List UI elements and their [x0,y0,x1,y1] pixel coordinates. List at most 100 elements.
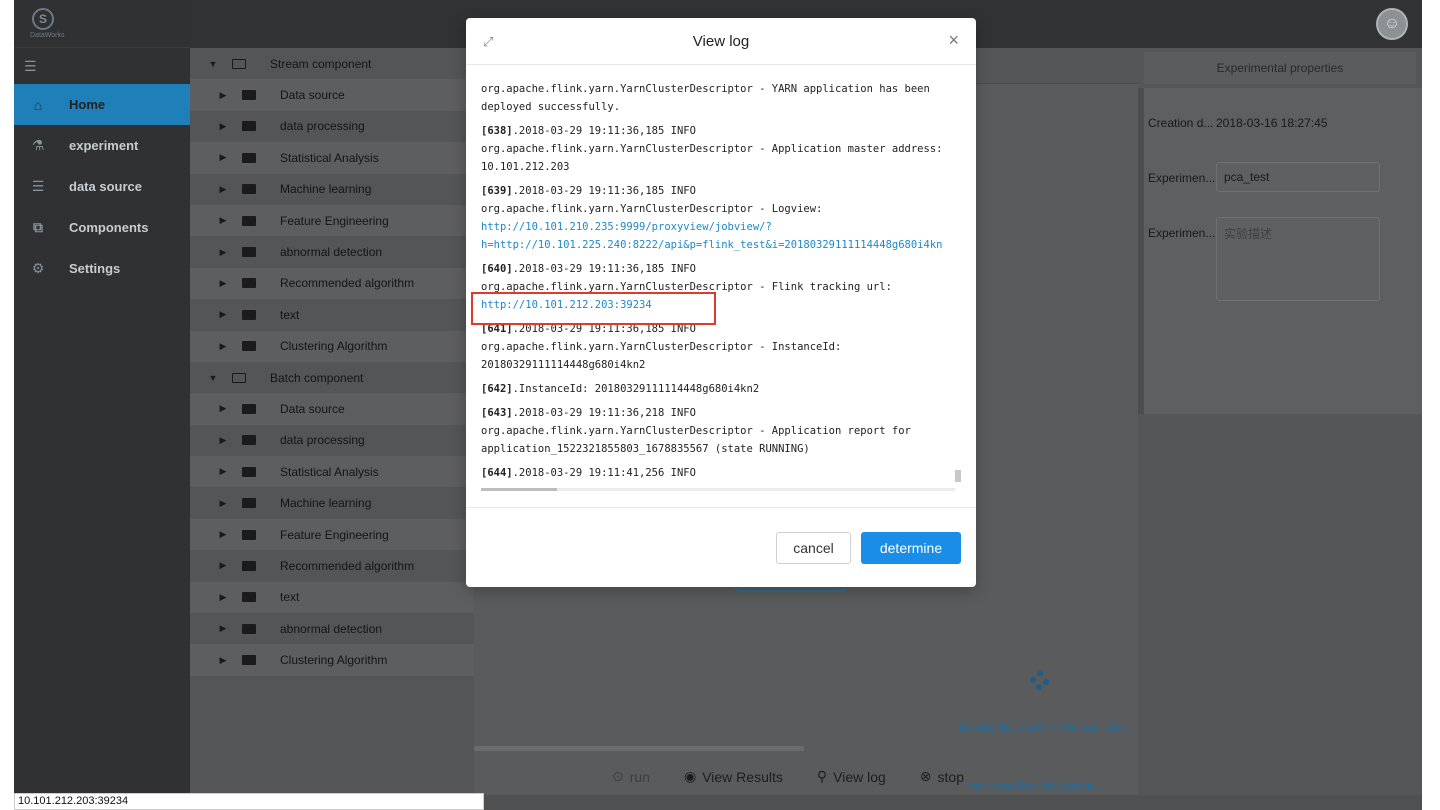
tree-item-label: text [280,307,300,322]
experiment-name-input[interactable]: pca_test [1216,162,1380,192]
log-entry: org.apache.flink.yarn.YarnClusterDescrip… [481,80,955,116]
properties-scrollbar[interactable] [1138,88,1144,414]
determine-button[interactable]: determine [861,532,961,564]
log-link[interactable]: h=http://10.101.225.240:8222/api&p=flink… [481,236,955,254]
modal-title: View log [692,32,750,50]
caret-right-icon[interactable]: ▶ [218,466,228,477]
folder-icon [242,655,256,666]
view-log-button[interactable]: ⚲ View log [817,768,886,785]
stop-button[interactable]: ⊗ stop [920,768,964,785]
run-label: run [629,768,650,785]
tree-item-label: Feature Engineering [280,527,389,542]
tree-item[interactable]: ▶ data processing [190,425,474,456]
tree-item[interactable]: ▶ abnormal detection [190,613,474,644]
nav-item-label: experiment [69,138,139,153]
tree-group[interactable]: ▼ Stream component [190,48,474,79]
caret-right-icon[interactable]: ▶ [218,184,228,195]
nav-item-experiment[interactable]: ⚗ experiment [14,125,190,166]
log-content[interactable]: org.apache.flink.yarn.YarnClusterDescrip… [481,80,955,490]
tree-item[interactable]: ▶ abnormal detection [190,236,474,267]
tree-item[interactable]: ▶ text [190,581,474,614]
tree-item[interactable]: ▶ Data source [190,79,474,111]
expand-icon[interactable]: ⤢ [483,34,499,50]
tree-item[interactable]: ▶ Clustering Algorithm [190,330,474,362]
log-horizontal-scrollbar[interactable] [481,488,955,491]
nav-item-label: Settings [69,261,121,276]
caret-right-icon[interactable]: ▶ [218,309,228,320]
folder-open-icon [232,58,246,69]
view-log-modal: ⤢ View log × org.apache.flink.yarn.YarnC… [466,18,976,587]
experiment-desc-textarea[interactable]: 实验描述 [1216,217,1380,301]
run-button[interactable]: ⊙ run [612,768,650,785]
caret-right-icon[interactable]: ▶ [218,247,228,258]
tree-item-label: Batch component [270,370,364,385]
nav-item-settings[interactable]: ⚙ Settings [14,248,190,289]
nav-item-label: data source [69,179,142,194]
log-entry: [639].2018-03-29 19:11:36,185 INFO org.ap… [481,182,955,254]
caret-right-icon[interactable]: ▶ [218,560,228,571]
view-results-button[interactable]: ◉ View Results [684,768,783,785]
user-avatar-icon[interactable]: ☺ [1376,8,1408,40]
caret-right-icon[interactable]: ▶ [218,152,228,163]
tree-item[interactable]: ▶ Clustering Algorithm [190,644,474,676]
flask-icon: ⚗ [31,137,45,153]
folder-icon [242,90,256,101]
tree-item[interactable]: ▶ Recommended algorithm [190,550,474,581]
folder-icon [242,341,256,352]
caret-right-icon[interactable]: ▶ [218,529,228,540]
close-icon[interactable]: × [948,30,959,51]
nav-item-data-source[interactable]: ☰ data source [14,166,190,207]
tree-item[interactable]: ▶ Data source [190,393,474,425]
experiment-name-label: Experimen... [1148,171,1216,185]
tree-item-label: text [280,590,300,605]
log-head: .InstanceId: 20180329111114448g680i4kn2 [512,383,760,395]
tree-item[interactable]: ▶ Statistical Analysis [190,142,474,174]
properties-content: Creation d... 2018-03-16 18:27:45 Experi… [1138,88,1422,414]
tree-item[interactable]: ▶ Statistical Analysis [190,456,474,488]
log-link[interactable]: http://10.101.210.235:9999/proxyview/job… [481,218,955,236]
caret-right-icon[interactable]: ▶ [218,435,228,446]
log-vertical-scrollbar[interactable] [955,470,961,482]
caret-right-icon[interactable]: ▶ [218,90,228,101]
caret-right-icon[interactable]: ▶ [218,403,228,414]
tree-item[interactable]: ▶ data processing [190,111,474,142]
caret-right-icon[interactable]: ▶ [218,498,228,509]
nav-item-components[interactable]: ⧉ Components [14,207,190,248]
tracking-url-highlight [471,292,716,325]
creation-date-label: Creation d... [1148,116,1214,130]
caret-down-icon[interactable]: ▼ [208,373,218,383]
caret-right-icon[interactable]: ▶ [218,341,228,352]
log-head: .2018-03-29 19:11:41,256 INFO [512,467,696,479]
caret-right-icon[interactable]: ▶ [218,592,228,603]
puzzle-icon: ⧉ [33,219,43,235]
tree-item[interactable]: ▶ text [190,299,474,330]
folder-icon [242,247,256,258]
tree-item[interactable]: ▶ Recommended algorithm [190,267,474,300]
caret-right-icon[interactable]: ▶ [218,215,228,226]
tree-item-label: Clustering Algorithm [280,339,388,354]
tree-item-label: Recommended algorithm [280,558,415,573]
tree-item[interactable]: ▶ Feature Engineering [190,204,474,237]
tree-item[interactable]: ▶ Feature Engineering [190,518,474,551]
caret-right-icon[interactable]: ▶ [218,121,228,132]
canvas-horizontal-scrollbar[interactable] [474,746,804,751]
tree-item-label: Data source [280,88,345,103]
tree-item-label: Machine learning [280,182,372,197]
tree-item-label: Statistical Analysis [280,464,379,479]
tree-item[interactable]: ▶ Machine learning [190,487,474,518]
collapse-menu-icon[interactable]: ☰ [14,48,190,84]
tree-item[interactable]: ▶ Machine learning [190,174,474,205]
caret-right-icon[interactable]: ▶ [218,655,228,666]
nav-item-home[interactable]: ⌂ Home [14,84,190,125]
tree-group[interactable]: ▼ Batch component [190,362,474,393]
log-entry: [643].2018-03-29 19:11:36,218 INFO org.ap… [481,404,955,458]
caret-right-icon[interactable]: ▶ [218,278,228,289]
brand[interactable]: S DataWorks [14,0,190,48]
caret-right-icon[interactable]: ▶ [218,623,228,634]
log-head: .2018-03-29 19:11:36,218 INFO [512,407,696,419]
log-entry: [638].2018-03-29 19:11:36,185 INFO org.ap… [481,122,955,176]
log-line: org.apache.flink.yarn.YarnClusterDescrip… [481,83,930,95]
log-index: [642] [481,383,513,395]
cancel-button[interactable]: cancel [776,532,851,564]
caret-down-icon[interactable]: ▼ [208,59,218,69]
